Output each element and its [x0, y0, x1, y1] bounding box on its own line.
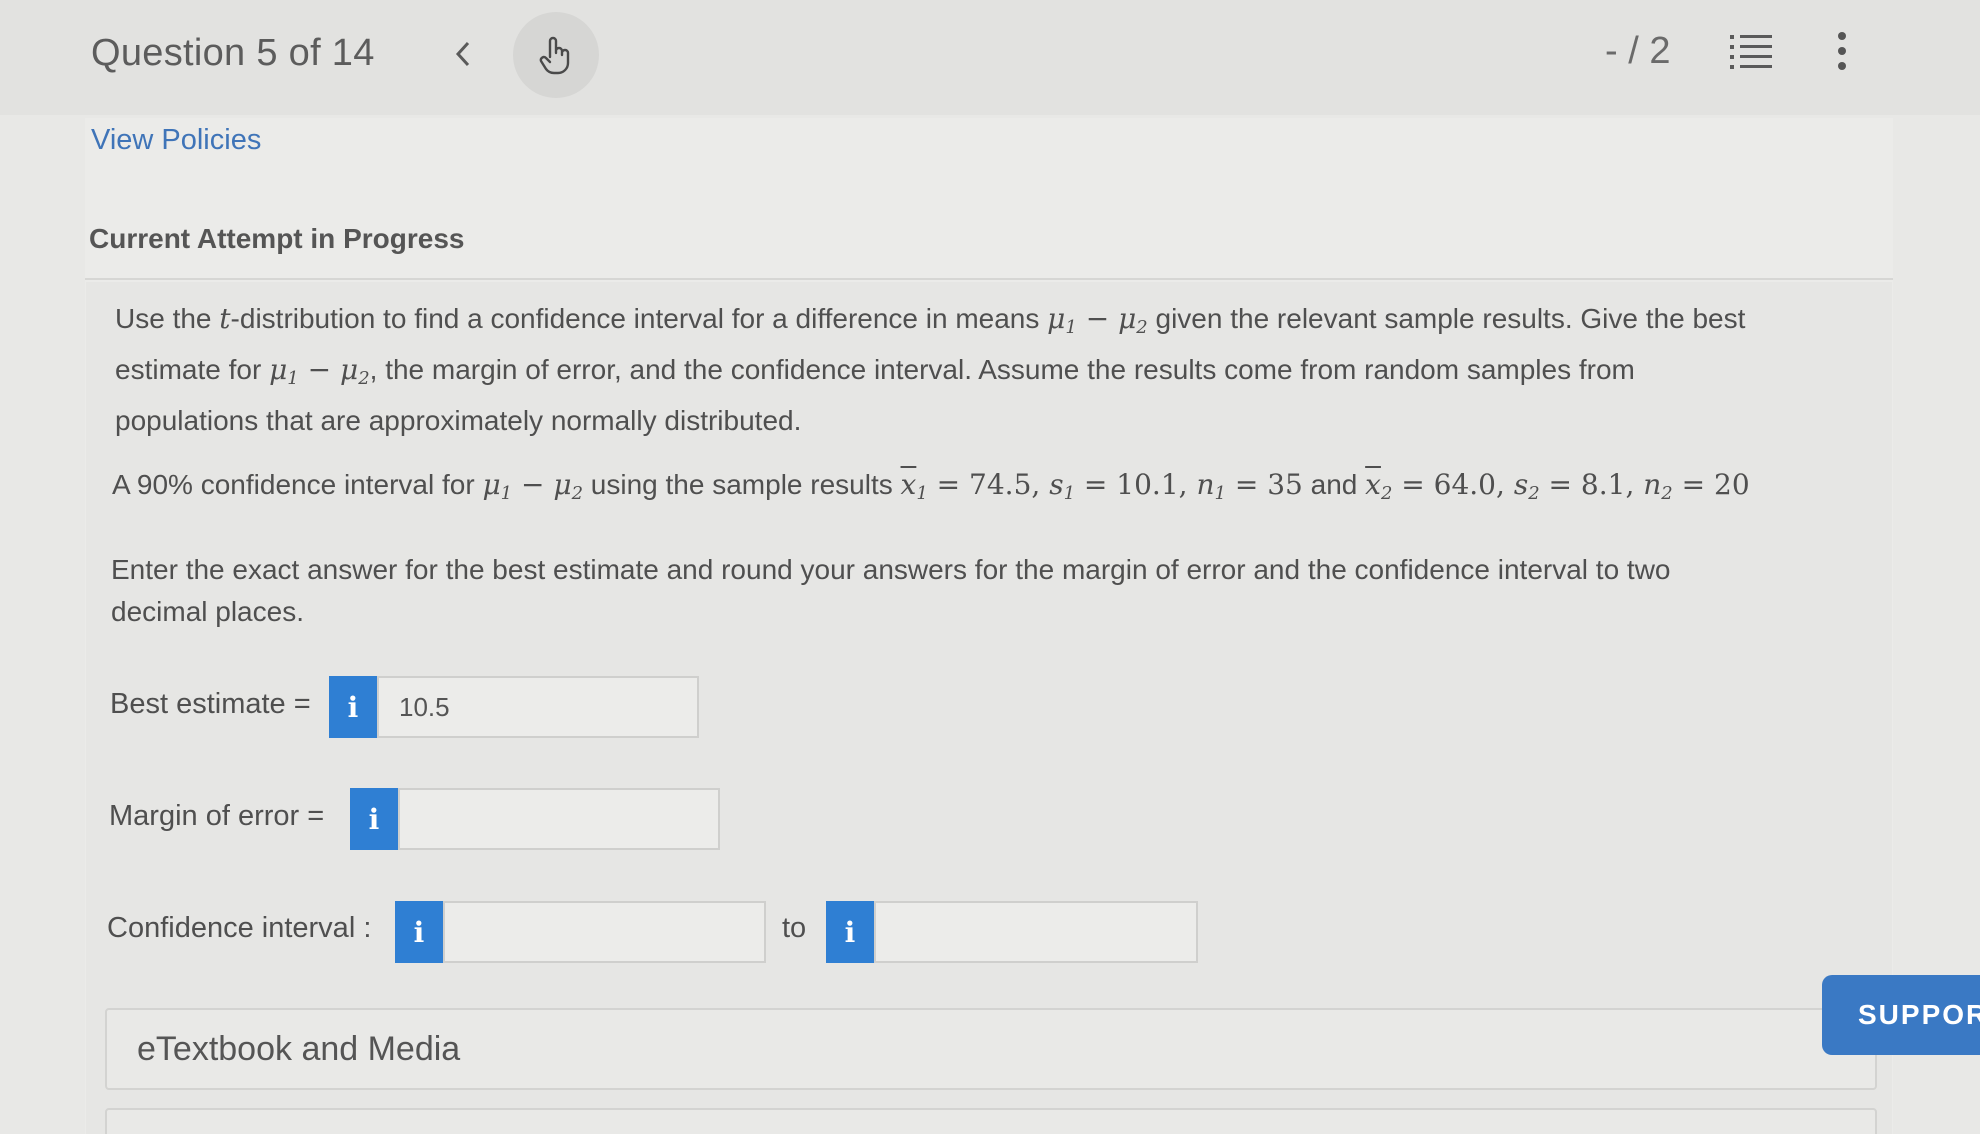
- intro-line-3: populations that are approximately norma…: [115, 405, 802, 436]
- divider: [85, 278, 1893, 280]
- mu-difference: μ1 − μ2: [482, 468, 584, 504]
- support-label: SUPPORT: [1858, 999, 1980, 1030]
- question-list-button[interactable]: [1730, 32, 1772, 70]
- x1-value: 74.5: [969, 468, 1032, 501]
- previous-question-button[interactable]: [445, 34, 481, 74]
- ci-upper-info-button[interactable]: i: [826, 901, 874, 963]
- hand-pointer-icon: [539, 36, 570, 75]
- info-icon: i: [347, 690, 359, 724]
- etextbook-media-label: eTextbook and Media: [137, 1030, 461, 1068]
- question-title: Question 5 of 14: [91, 32, 375, 74]
- ci-lower-info-button[interactable]: i: [395, 901, 443, 963]
- intro-line-1: Use the t-distribution to find a confide…: [115, 302, 1746, 338]
- ci-lower-input[interactable]: [443, 901, 766, 963]
- margin-of-error-info-button[interactable]: i: [350, 788, 398, 850]
- mu-difference: μ1 − μ2: [269, 353, 370, 389]
- support-button[interactable]: SUPPORT: [1822, 975, 1980, 1055]
- n1-value: 35: [1267, 468, 1303, 501]
- intro-line-2: estimate for μ1 − μ2, the margin of erro…: [115, 353, 1635, 389]
- n2-value: 20: [1714, 468, 1750, 501]
- s2-value: 8.1: [1580, 468, 1626, 501]
- info-icon: i: [368, 802, 380, 836]
- chevron-left-icon: [455, 41, 470, 67]
- ci-upper-input[interactable]: [874, 901, 1198, 963]
- margin-of-error-input[interactable]: [398, 788, 720, 850]
- attempt-status-heading: Current Attempt in Progress: [89, 223, 465, 254]
- info-icon: i: [844, 915, 856, 949]
- answer-instructions: Enter the exact answer for the best esti…: [111, 554, 1671, 627]
- best-estimate-info-button[interactable]: i: [329, 676, 377, 738]
- info-icon: i: [413, 915, 425, 949]
- numbered-list-icon: [1730, 35, 1772, 69]
- sample-results: A 90% confidence interval for μ1 − μ2 us…: [112, 468, 1750, 504]
- mu-difference: μ1 − μ2: [1047, 302, 1148, 338]
- s1-value: 10.1: [1116, 468, 1179, 501]
- view-policies-link[interactable]: View Policies: [91, 124, 261, 157]
- etextbook-media-section[interactable]: eTextbook and Media: [105, 1008, 1877, 1090]
- best-estimate-label: Best estimate =: [110, 688, 311, 720]
- more-options-button[interactable]: [1828, 30, 1856, 74]
- next-section[interactable]: [105, 1108, 1877, 1134]
- best-estimate-input[interactable]: [377, 676, 699, 738]
- hand-pointer-button[interactable]: [513, 12, 599, 98]
- more-vertical-icon: [1838, 32, 1846, 70]
- question-intro: Use the t-distribution to find a confide…: [115, 298, 1865, 442]
- margin-of-error-label: Margin of error =: [109, 800, 325, 832]
- ci-to-label: to: [782, 912, 807, 944]
- confidence-interval-label: Confidence interval :: [107, 912, 372, 944]
- x2-value: 64.0: [1433, 468, 1496, 501]
- question-score: - / 2: [1605, 30, 1671, 72]
